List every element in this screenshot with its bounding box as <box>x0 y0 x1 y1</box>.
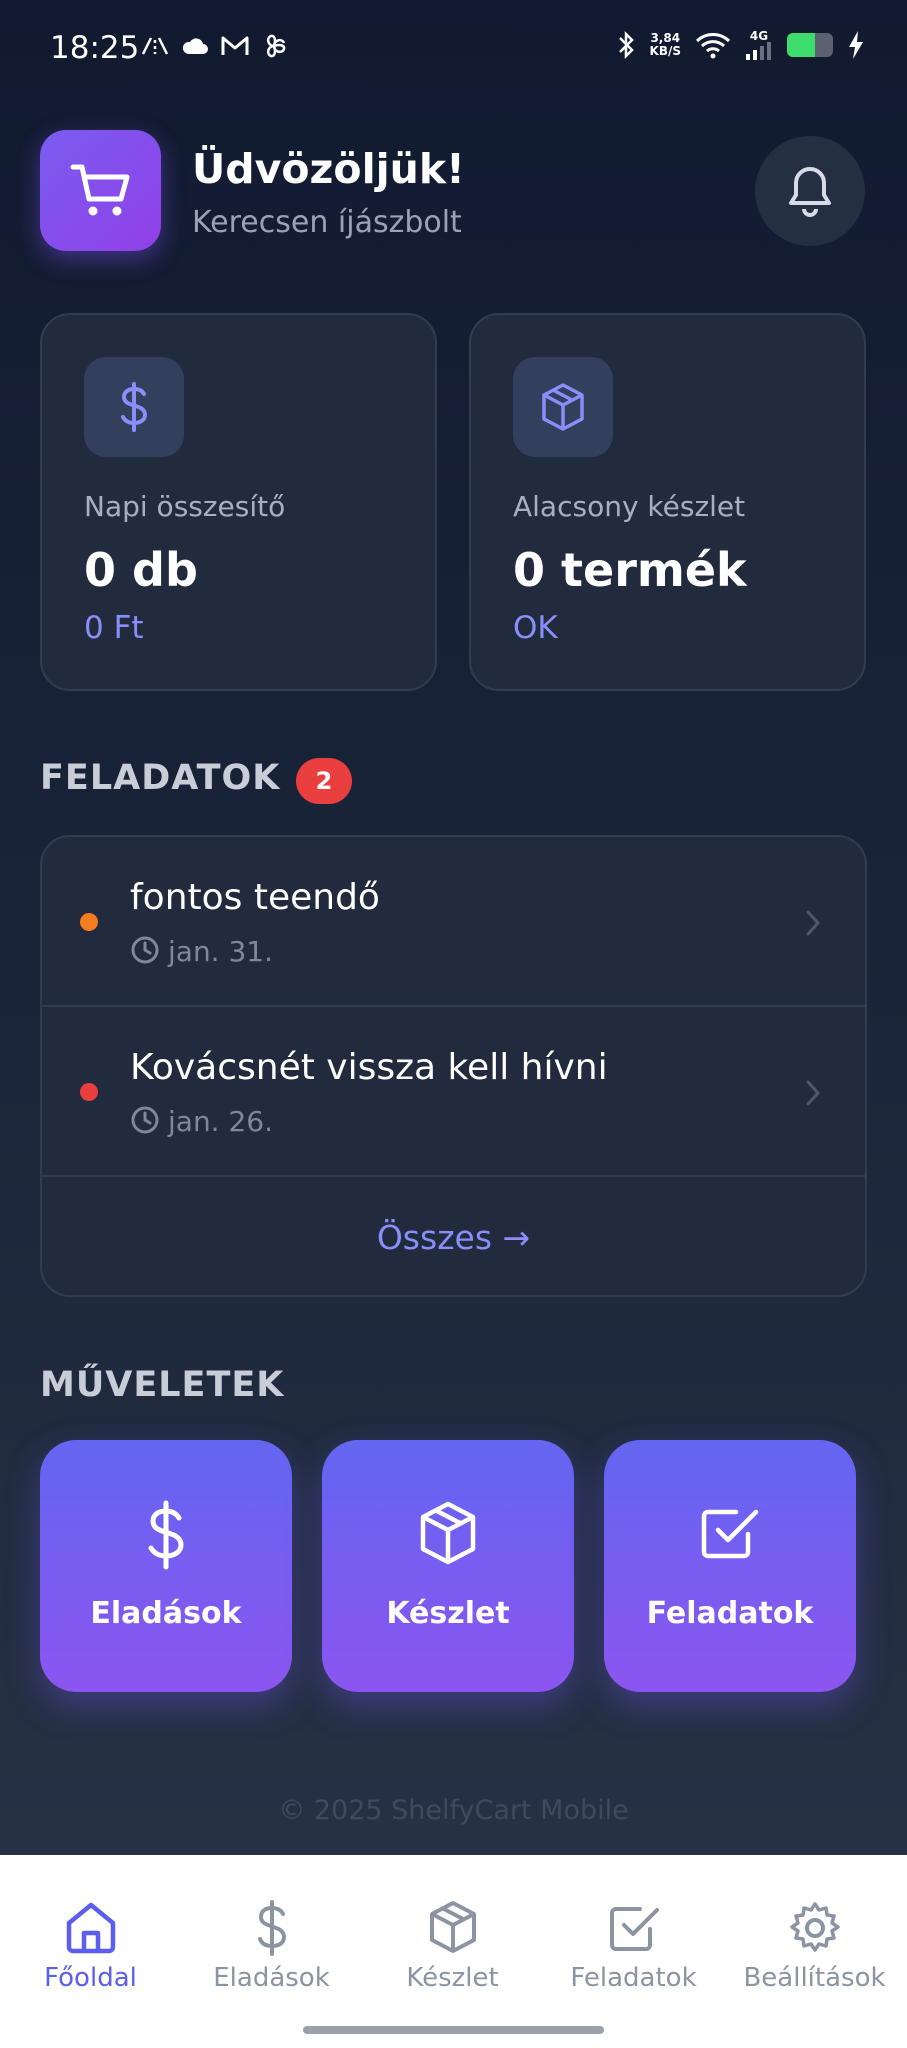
clock: 18:25 <box>50 30 140 66</box>
task-title: Kovácsnét vissza kell hívni <box>130 1047 608 1088</box>
stat-value: 0 termék <box>513 543 747 597</box>
notification-icons <box>140 32 288 60</box>
stat-sub: OK <box>513 610 558 646</box>
task-title: fontos teendő <box>130 877 380 918</box>
box-icon <box>542 383 584 431</box>
road-icon <box>141 37 169 55</box>
nav-item-home[interactable]: Főoldal <box>0 1855 181 2015</box>
task-priority-dot <box>80 913 98 931</box>
cloud-icon <box>182 38 208 54</box>
checkbox-icon <box>701 1509 759 1559</box>
chevron-right-icon <box>806 910 821 936</box>
signal-icon <box>746 42 771 60</box>
chevron-right-icon <box>806 1080 821 1106</box>
task-date: jan. 31. <box>168 935 274 968</box>
stat-icon-box <box>513 357 613 457</box>
action-label: Feladatok <box>646 1596 814 1631</box>
dollar-icon <box>121 382 148 432</box>
charging-icon <box>849 31 863 59</box>
stat-icon-box <box>84 357 184 457</box>
box-icon <box>420 1501 476 1565</box>
nav-label: Készlet <box>406 1963 499 1993</box>
tasks-card: fontos teendő jan. 31. Kovácsnét vissza … <box>40 835 867 1297</box>
bell-icon <box>789 167 831 217</box>
checkbox-icon <box>609 1907 659 1951</box>
nav-item-sales[interactable]: Eladások <box>181 1855 362 2015</box>
low-stock-card[interactable]: Alacsony készlet 0 termék OK <box>469 313 866 691</box>
nav-label: Főoldal <box>44 1963 137 1993</box>
stat-value: 0 db <box>84 543 198 597</box>
tasks-section-title: FELADATOK <box>40 758 281 798</box>
nav-item-settings[interactable]: Beállítások <box>724 1855 905 2015</box>
box-icon <box>429 1901 476 1953</box>
task-date: jan. 26. <box>168 1105 274 1138</box>
action-label: Készlet <box>386 1596 510 1631</box>
action-label: Eladások <box>90 1596 242 1631</box>
bluetooth-icon <box>618 30 634 60</box>
task-row[interactable]: Kovácsnét vissza kell hívni jan. 26. <box>42 1007 865 1177</box>
dollar-icon <box>257 1900 286 1956</box>
battery-icon <box>787 33 833 57</box>
actions-section-title: MŰVELETEK <box>40 1365 285 1405</box>
nav-label: Feladatok <box>570 1963 697 1993</box>
daily-summary-card[interactable]: Napi összesítő 0 db 0 Ft <box>40 313 437 691</box>
inventory-action-button[interactable]: Készlet <box>322 1440 574 1692</box>
tasks-action-button[interactable]: Feladatok <box>604 1440 856 1692</box>
store-name: Kerecsen íjászbolt <box>192 205 462 240</box>
network-speed: 3,84 KB/S <box>649 31 681 58</box>
nav-item-inventory[interactable]: Készlet <box>362 1855 543 2015</box>
task-priority-dot <box>80 1083 98 1101</box>
welcome-title: Üdvözöljük! <box>192 145 465 193</box>
clock-icon <box>131 1106 159 1134</box>
copyright-text: © 2025 ShelfyCart Mobile <box>278 1795 629 1826</box>
task-row[interactable]: fontos teendő jan. 31. <box>42 837 865 1007</box>
mail-icon <box>221 36 249 55</box>
see-all-tasks-link[interactable]: Összes → <box>42 1177 865 1295</box>
wifi-icon <box>695 33 731 59</box>
clock-icon <box>131 936 159 964</box>
stat-sub: 0 Ft <box>84 610 144 646</box>
nav-item-tasks[interactable]: Feladatok <box>543 1855 724 2015</box>
fan-icon <box>266 34 286 58</box>
notifications-button[interactable] <box>755 136 865 246</box>
gear-icon <box>789 1902 840 1952</box>
app-logo <box>40 130 161 251</box>
sales-action-button[interactable]: Eladások <box>40 1440 292 1692</box>
home-indicator[interactable] <box>303 2026 604 2034</box>
dollar-icon <box>148 1500 184 1570</box>
cart-icon <box>70 164 129 215</box>
home-icon <box>66 1902 115 1954</box>
stat-label: Alacsony készlet <box>513 490 746 523</box>
nav-label: Beállítások <box>743 1963 886 1993</box>
nav-label: Eladások <box>213 1963 330 1993</box>
tasks-count-badge: 2 <box>296 758 352 804</box>
status-bar: 18:25 3,84 KB/S 4G <box>0 0 907 100</box>
stat-label: Napi összesítő <box>84 490 286 523</box>
network-type: 4G <box>749 29 769 43</box>
bottom-navigation: Főoldal Eladások Készlet Feladatok Beáll… <box>0 1855 907 2048</box>
